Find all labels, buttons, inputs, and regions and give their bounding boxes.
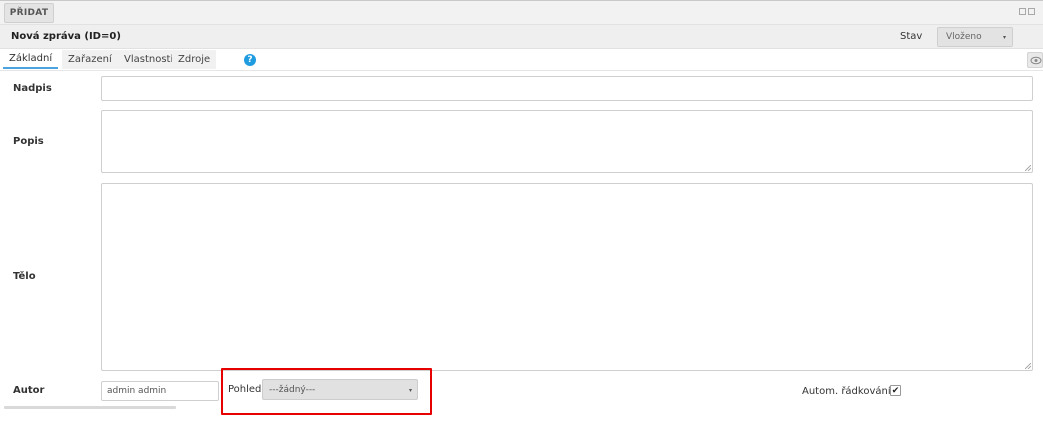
stav-label: Stav — [900, 31, 923, 42]
resize-handle-icon[interactable] — [1025, 363, 1031, 369]
window-controls-icon[interactable] — [1019, 8, 1037, 17]
stav-select[interactable]: Vloženo ▾ — [937, 27, 1013, 47]
popis-textarea[interactable] — [101, 110, 1033, 173]
form-header — [0, 25, 1043, 49]
page-title: Nová zpráva (ID=0) — [11, 31, 121, 42]
chevron-down-icon: ▾ — [1002, 34, 1006, 41]
horizontal-scrollbar[interactable] — [4, 406, 176, 409]
tab-zarazeni[interactable]: Zařazení — [62, 50, 118, 69]
autor-input[interactable]: admin admin — [101, 381, 219, 401]
eye-icon[interactable] — [1027, 52, 1043, 68]
highlight-box — [221, 368, 432, 415]
telo-textarea[interactable] — [101, 183, 1033, 371]
stav-select-value: Vloženo — [946, 32, 982, 42]
tab-zdroje[interactable]: Zdroje — [172, 50, 217, 69]
nadpis-label: Nadpis — [13, 83, 52, 94]
top-toolbar — [0, 0, 1043, 25]
maximize-icon[interactable] — [1028, 8, 1035, 15]
tab-vlastnosti[interactable]: Vlastnosti — [118, 50, 180, 69]
popis-label: Popis — [13, 136, 44, 147]
resize-handle-icon[interactable] — [1025, 165, 1031, 171]
minimize-icon[interactable] — [1019, 8, 1026, 15]
add-button[interactable]: PŘIDAT — [4, 3, 54, 23]
telo-label: Tělo — [13, 271, 36, 282]
autor-label: Autor — [13, 385, 45, 396]
nadpis-input[interactable] — [101, 76, 1033, 101]
autowrap-label: Autom. řádkování — [802, 386, 891, 397]
tab-zakladni[interactable]: Základní — [3, 50, 59, 69]
autowrap-checkbox[interactable]: ✔ — [890, 385, 901, 396]
help-icon[interactable]: ? — [244, 54, 256, 66]
